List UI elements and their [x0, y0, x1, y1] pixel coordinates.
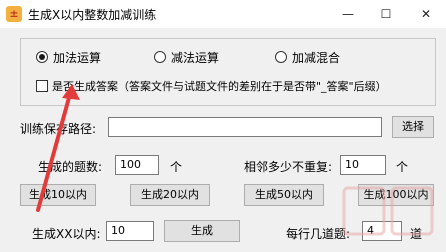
watermark-logo-icon	[342, 186, 434, 236]
